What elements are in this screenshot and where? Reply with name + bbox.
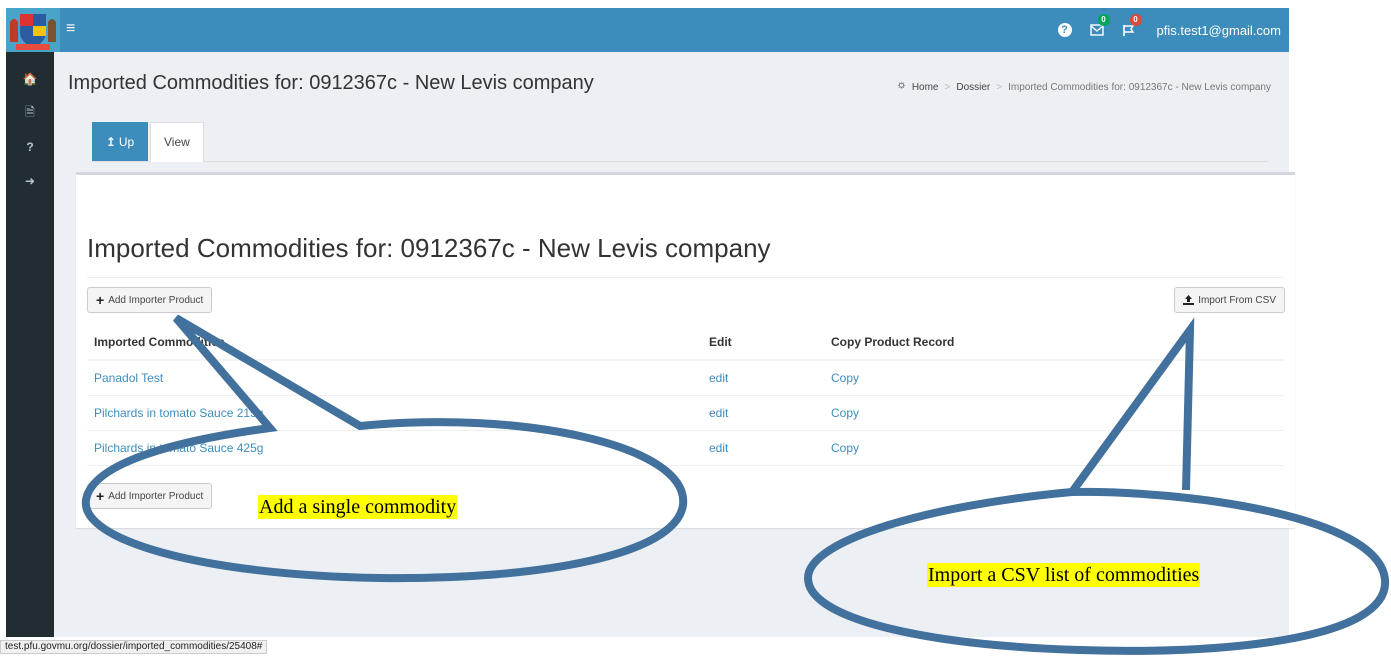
breadcrumb: 🌣 Home > Dossier > Imported Commodities … <box>897 79 1271 96</box>
add-importer-product-button[interactable]: + Add Importer Product <box>87 287 213 313</box>
commodity-link[interactable]: Pilchards in tomato Sauce 425g <box>94 441 263 455</box>
commodity-cell: Pilchards in tomato Sauce 425g <box>87 430 702 466</box>
question-circle-icon: ? <box>1057 23 1072 37</box>
copy-cell: Copy <box>824 395 1284 431</box>
annotation-right-label: Import a CSV list of commodities <box>927 563 1201 587</box>
annotation-left-label: Add a single commodity <box>258 495 458 519</box>
tab-view-label: View <box>164 135 190 149</box>
tab-bar: ↥ Up View <box>92 122 1268 162</box>
breadcrumb-current: Imported Commodities for: 0912367c - New… <box>1008 82 1271 93</box>
messages-button[interactable]: 0 <box>1081 8 1113 52</box>
browser-status-bar: test.pfu.govmu.org/dossier/imported_comm… <box>0 640 268 654</box>
import-from-csv-label: Import From CSV <box>1198 294 1276 306</box>
import-from-csv-button[interactable]: Import From CSV <box>1174 287 1285 313</box>
add-importer-product-button-bottom[interactable]: + Add Importer Product <box>87 483 213 509</box>
column-header-imported-commodities: Imported Commodities <box>87 325 702 361</box>
table-row: Pilchards in tomato Sauce 425g edit Copy <box>87 430 1284 466</box>
commodity-link[interactable]: Panadol Test <box>94 371 163 385</box>
commodity-link[interactable]: Pilchards in tomato Sauce 215g <box>94 406 263 420</box>
table-row: Pilchards in tomato Sauce 215g edit Copy <box>87 395 1284 431</box>
content-wrapper: Imported Commodities for: 0912367c - New… <box>54 52 1295 637</box>
tab-view[interactable]: View <box>150 122 204 162</box>
coat-of-arms-icon <box>6 8 60 52</box>
flags-badge: 0 <box>1129 14 1142 26</box>
home-icon: 🏠 <box>22 72 38 86</box>
commodities-table: Imported Commodities Edit Copy Product R… <box>87 325 1284 466</box>
breadcrumb-home[interactable]: Home <box>912 82 939 93</box>
table-header-row: Imported Commodities Edit Copy Product R… <box>87 325 1284 361</box>
tab-up-label: Up <box>118 134 135 149</box>
level-up-icon: ↥ <box>105 134 116 149</box>
sign-out-icon: ➜ <box>24 174 36 188</box>
add-importer-product-label: Add Importer Product <box>108 490 204 502</box>
help-button[interactable]: ? <box>1049 8 1081 52</box>
page-title: Imported Commodities for: 0912367c - New… <box>68 72 594 94</box>
table-row: Panadol Test edit Copy <box>87 360 1284 396</box>
sidebar-item-sign-out[interactable]: ➜ <box>6 164 54 198</box>
column-header-copy-product-record: Copy Product Record <box>824 325 1284 361</box>
plus-icon: + <box>96 292 105 308</box>
pdf-file-icon: 🗎 <box>25 104 35 119</box>
sidebar: 🏠 🗎 ? ➜ <box>6 52 54 637</box>
envelope-icon <box>1089 24 1104 36</box>
messages-badge: 0 <box>1097 14 1110 26</box>
hamburger-icon[interactable]: ≡ <box>66 21 75 37</box>
coat-of-arms-logo[interactable] <box>6 8 60 52</box>
edit-cell: edit <box>702 395 824 431</box>
question-icon: ? <box>26 140 34 154</box>
commodities-box: Imported Commodities for: 0912367c - New… <box>76 172 1295 528</box>
edit-cell: edit <box>702 360 824 396</box>
divider <box>87 277 1284 278</box>
sidebar-item-pdf[interactable]: 🗎 <box>6 96 54 130</box>
add-importer-product-label: Add Importer Product <box>108 294 204 306</box>
edit-link[interactable]: edit <box>709 406 728 420</box>
plus-icon: + <box>96 488 105 504</box>
flags-button[interactable]: 0 <box>1113 8 1145 52</box>
copy-link[interactable]: Copy <box>831 441 859 455</box>
edit-cell: edit <box>702 430 824 466</box>
column-header-edit: Edit <box>702 325 824 361</box>
sidebar-item-home[interactable]: 🏠 <box>6 62 54 96</box>
breadcrumb-separator: > <box>996 82 1003 93</box>
breadcrumb-separator: > <box>944 82 951 93</box>
commodity-cell: Pilchards in tomato Sauce 215g <box>87 395 702 431</box>
user-email-menu[interactable]: pfis.test1@gmail.com <box>1145 23 1289 38</box>
upload-icon <box>1183 295 1195 305</box>
copy-link[interactable]: Copy <box>831 371 859 385</box>
edit-link[interactable]: edit <box>709 441 728 455</box>
copy-link[interactable]: Copy <box>831 406 859 420</box>
copy-cell: Copy <box>824 430 1284 466</box>
dashboard-icon: 🌣 <box>897 81 906 92</box>
tab-up[interactable]: ↥ Up <box>92 122 148 161</box>
commodity-cell: Panadol Test <box>87 360 702 396</box>
box-title: Imported Commodities for: 0912367c - New… <box>87 233 771 263</box>
edit-link[interactable]: edit <box>709 371 728 385</box>
top-navbar: ≡ ? 0 0 pfis.test1@gmail.com <box>6 8 1289 52</box>
breadcrumb-dossier[interactable]: Dossier <box>956 82 990 93</box>
copy-cell: Copy <box>824 360 1284 396</box>
sidebar-item-help[interactable]: ? <box>6 130 54 164</box>
